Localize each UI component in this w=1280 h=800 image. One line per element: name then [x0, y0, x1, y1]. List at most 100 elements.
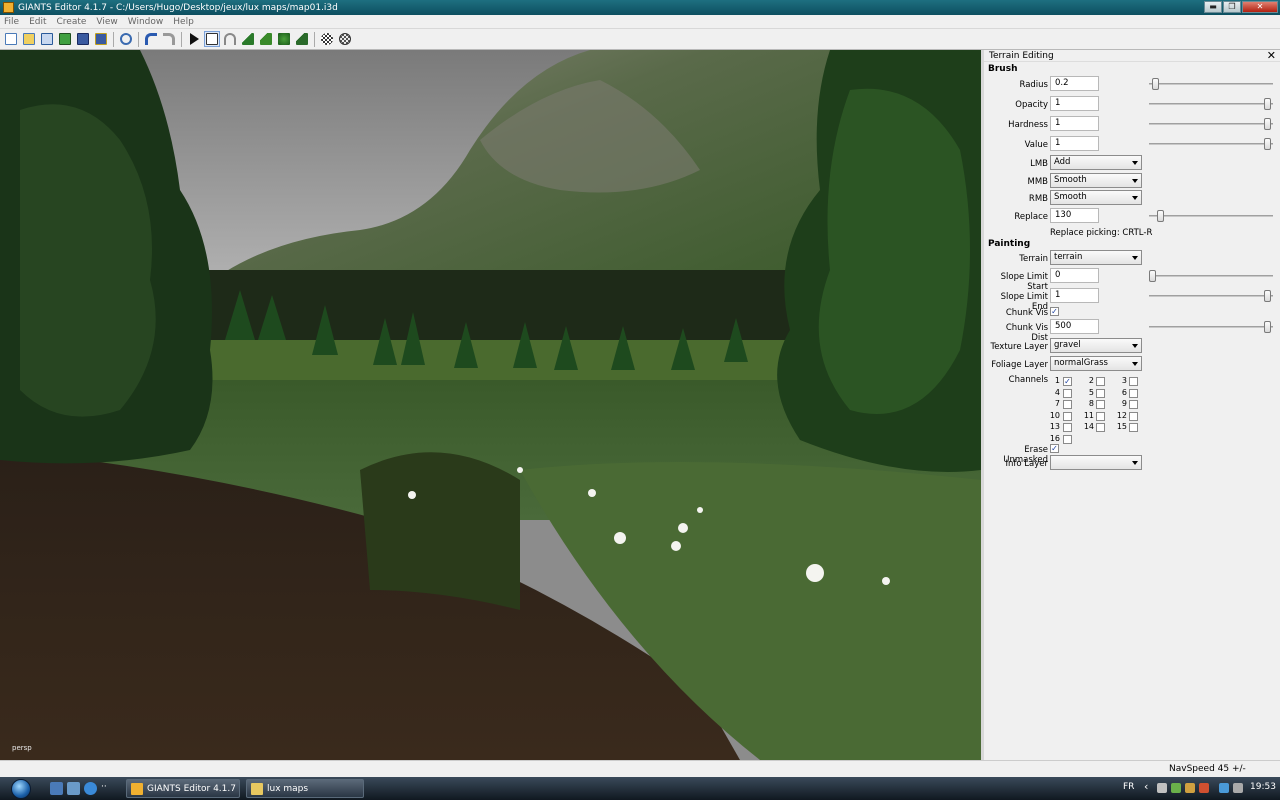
menu-create[interactable]: Create: [57, 17, 87, 27]
channel-4-checkbox[interactable]: [1063, 388, 1072, 398]
task-giants-editor[interactable]: GIANTS Editor 4.1.7 ...: [126, 779, 240, 798]
select-tool-button[interactable]: [204, 31, 220, 47]
channel-6-checkbox[interactable]: [1129, 388, 1138, 398]
save-button[interactable]: [75, 31, 91, 47]
slider-thumb[interactable]: [1157, 210, 1164, 222]
terrain-editing-panel: Terrain Editing ✕ Brush Radius 0.2 Opaci…: [981, 50, 1280, 760]
task-lux-maps[interactable]: lux maps: [246, 779, 364, 798]
terrain-paint-button[interactable]: [258, 31, 274, 47]
channel-15-checkbox[interactable]: [1129, 423, 1138, 432]
chunk-vis-checkbox[interactable]: ✓: [1050, 307, 1059, 316]
3d-viewport[interactable]: persp: [0, 50, 981, 760]
import-button[interactable]: [39, 31, 55, 47]
tray-security-icon[interactable]: [1199, 783, 1209, 793]
value-input[interactable]: 1: [1050, 136, 1099, 151]
erase-unmasked-checkbox[interactable]: ✓: [1050, 444, 1059, 453]
channel-3-checkbox[interactable]: [1129, 377, 1138, 386]
show-desktop-icon[interactable]: [50, 782, 63, 795]
mmb-select[interactable]: Smooth: [1050, 173, 1142, 188]
move-tool-button[interactable]: [222, 31, 238, 47]
switch-windows-icon[interactable]: [67, 782, 80, 795]
start-button[interactable]: [4, 777, 38, 800]
windows-orb-icon: [11, 778, 31, 799]
new-file-button[interactable]: [3, 31, 19, 47]
tray-volume-icon[interactable]: [1233, 783, 1243, 793]
foliage-layer-select[interactable]: normalGrass: [1050, 356, 1142, 371]
replace-input[interactable]: 130: [1050, 208, 1099, 223]
channel-12-checkbox[interactable]: [1129, 411, 1138, 421]
value-label: Value: [1024, 140, 1048, 150]
export-button[interactable]: [57, 31, 73, 47]
maximize-button[interactable]: ❐: [1223, 1, 1241, 13]
hardness-slider[interactable]: [1149, 117, 1273, 131]
undo-button[interactable]: [143, 31, 159, 47]
terrain-select[interactable]: terrain: [1050, 250, 1142, 265]
grid-button[interactable]: [319, 31, 335, 47]
tray-update-icon[interactable]: [1185, 783, 1195, 793]
channel-8-checkbox[interactable]: [1096, 400, 1105, 409]
opacity-input[interactable]: 1: [1050, 96, 1099, 111]
tray-network-icon[interactable]: [1157, 783, 1167, 793]
save-as-button[interactable]: [93, 31, 109, 47]
minimize-button[interactable]: ▬: [1204, 1, 1222, 13]
menu-edit[interactable]: Edit: [29, 17, 46, 27]
info-layer-label: Info Layer: [1005, 459, 1049, 469]
channel-13-checkbox[interactable]: [1063, 423, 1072, 432]
tray-app-icon[interactable]: [1171, 783, 1181, 793]
refresh-button[interactable]: [118, 31, 134, 47]
quicklaunch-more-icon[interactable]: ··: [101, 782, 114, 795]
slider-thumb[interactable]: [1264, 118, 1271, 130]
slider-thumb[interactable]: [1264, 290, 1271, 302]
slider-thumb[interactable]: [1264, 321, 1271, 333]
texture-layer-select[interactable]: gravel: [1050, 338, 1142, 353]
panel-close-icon[interactable]: ✕: [1267, 50, 1276, 62]
play-button[interactable]: [186, 31, 202, 47]
foliage-paint-button[interactable]: [276, 31, 292, 47]
channel-16-checkbox[interactable]: [1063, 434, 1072, 444]
tray-monitor-icon[interactable]: [1219, 783, 1229, 793]
slope-start-slider[interactable]: [1149, 269, 1273, 283]
slope-end-slider[interactable]: [1149, 289, 1273, 303]
slope-start-input[interactable]: 0: [1050, 268, 1099, 283]
slider-thumb[interactable]: [1264, 98, 1271, 110]
menu-help[interactable]: Help: [173, 17, 194, 27]
chunk-dist-slider[interactable]: [1149, 320, 1273, 334]
internet-explorer-icon[interactable]: [84, 782, 97, 795]
channel-2-checkbox[interactable]: [1096, 377, 1105, 386]
channel-10-checkbox[interactable]: [1063, 411, 1072, 421]
menu-file[interactable]: File: [4, 17, 19, 27]
hardness-input[interactable]: 1: [1050, 116, 1099, 131]
channel-1-checkbox[interactable]: ✓: [1063, 377, 1072, 386]
channel-11-checkbox[interactable]: [1096, 411, 1105, 421]
tray-expand-icon[interactable]: ‹: [1144, 780, 1148, 793]
replace-slider[interactable]: [1149, 209, 1273, 223]
open-file-button[interactable]: [21, 31, 37, 47]
panel-title: Terrain Editing: [984, 50, 1280, 62]
radius-slider[interactable]: [1149, 77, 1273, 91]
lmb-select[interactable]: Add: [1050, 155, 1142, 170]
channel-7-checkbox[interactable]: [1063, 400, 1072, 409]
radius-input[interactable]: 0.2: [1050, 76, 1099, 91]
redo-button[interactable]: [161, 31, 177, 47]
menu-window[interactable]: Window: [128, 17, 164, 27]
value-slider[interactable]: [1149, 137, 1273, 151]
close-button[interactable]: ✕: [1242, 1, 1278, 13]
terrain-detail-button[interactable]: [294, 31, 310, 47]
terrain-sculpt-button[interactable]: [240, 31, 256, 47]
channel-14-checkbox[interactable]: [1096, 423, 1105, 432]
slope-end-input[interactable]: 1: [1050, 288, 1099, 303]
channel-5-checkbox[interactable]: [1096, 388, 1105, 398]
hardness-label: Hardness: [1008, 120, 1048, 130]
snap-button[interactable]: [337, 31, 353, 47]
clock[interactable]: 19:53: [1250, 782, 1276, 792]
slider-thumb[interactable]: [1152, 78, 1159, 90]
language-indicator[interactable]: FR: [1123, 782, 1134, 792]
chunk-dist-input[interactable]: 500: [1050, 319, 1099, 334]
rmb-select[interactable]: Smooth: [1050, 190, 1142, 205]
info-layer-select[interactable]: [1050, 455, 1142, 470]
channel-9-checkbox[interactable]: [1129, 400, 1138, 409]
opacity-slider[interactable]: [1149, 97, 1273, 111]
slider-thumb[interactable]: [1149, 270, 1156, 282]
menu-view[interactable]: View: [96, 17, 117, 27]
slider-thumb[interactable]: [1264, 138, 1271, 150]
